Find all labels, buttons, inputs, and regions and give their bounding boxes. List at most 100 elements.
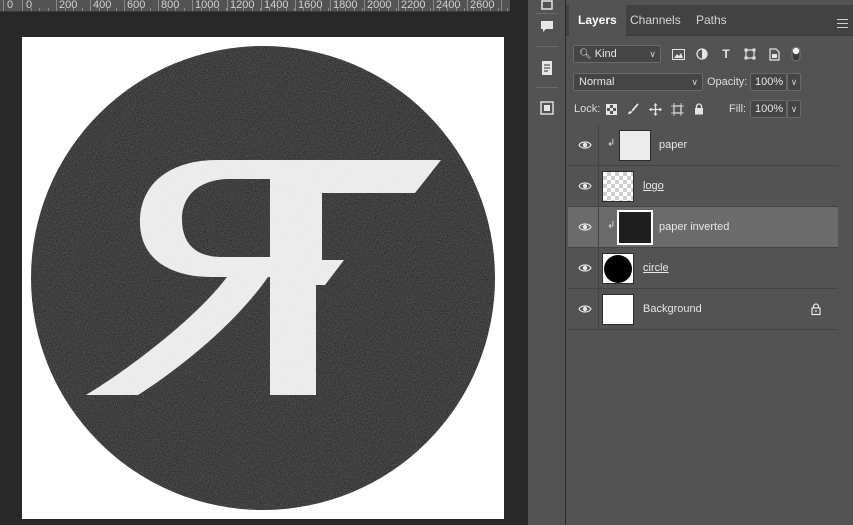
- ruler-minor-tick: [439, 8, 440, 11]
- layer-row-logo[interactable]: logo: [568, 166, 838, 207]
- opacity-chevron-icon[interactable]: ∨: [787, 73, 801, 91]
- ruler-minor-tick: [303, 8, 304, 11]
- lock-fill-row: Lock: Fill: 100% ∨: [566, 99, 853, 126]
- layer-thumbnail[interactable]: [617, 210, 653, 245]
- layer-name[interactable]: circle: [643, 261, 669, 275]
- fill-field[interactable]: 100%: [750, 100, 787, 118]
- visibility-eye-icon[interactable]: [578, 139, 592, 151]
- pixel-filter-icon[interactable]: [668, 46, 688, 62]
- visibility-eye-icon[interactable]: [578, 262, 592, 274]
- comments-icon[interactable]: [535, 15, 559, 37]
- ruler-minor-tick: [362, 8, 363, 11]
- ruler-minor-tick: [48, 8, 49, 11]
- lock-transparent-pixels-icon[interactable]: [603, 101, 619, 117]
- ruler-minor-tick: [209, 8, 210, 11]
- lock-artboard-icon[interactable]: [669, 101, 685, 117]
- lock-position-move-icon[interactable]: [647, 101, 663, 117]
- horizontal-ruler[interactable]: 0 0 200 400 600 800 1000 1200 1400 1600 …: [0, 0, 510, 12]
- ruler-minor-tick: [447, 8, 448, 11]
- ruler-minor-tick: [158, 8, 159, 11]
- filter-toggle-icon[interactable]: [786, 46, 806, 62]
- ruler-minor-tick: [252, 8, 253, 11]
- ruler-minor-tick: [39, 8, 40, 11]
- ruler-minor-tick: [413, 8, 414, 11]
- ruler-minor-tick: [430, 8, 431, 11]
- ruler-minor-tick: [422, 8, 423, 11]
- chevron-down-icon: ∨: [691, 77, 698, 87]
- visibility-eye-icon[interactable]: [578, 180, 592, 192]
- clipping-mask-arrow-icon: ↲: [607, 220, 616, 231]
- ruler-label: 200: [59, 0, 78, 11]
- ruler-minor-tick: [226, 8, 227, 11]
- fill-label: Fill:: [729, 103, 747, 115]
- ruler-minor-tick: [388, 8, 389, 11]
- shape-filter-icon[interactable]: [740, 46, 760, 62]
- layer-thumbnail[interactable]: [602, 294, 634, 325]
- layer-name[interactable]: Background: [643, 302, 702, 316]
- panel-menu-icon[interactable]: [837, 19, 848, 28]
- layers-list: ↲ paper logo ↲ paper inverted circle Bac…: [568, 125, 838, 335]
- document-canvas[interactable]: [22, 37, 504, 519]
- row-divider: [598, 125, 599, 166]
- ruler-label: 1000: [195, 0, 220, 11]
- ruler-minor-tick: [22, 8, 23, 11]
- strip-divider: [536, 87, 558, 88]
- ruler-minor-tick: [277, 8, 278, 11]
- ruler-major-tick: [3, 0, 4, 11]
- layer-thumbnail[interactable]: [602, 171, 634, 202]
- ruler-minor-tick: [320, 8, 321, 11]
- tab-paths[interactable]: Paths: [687, 5, 736, 36]
- ruler-minor-tick: [337, 8, 338, 11]
- panel-icon-strip: [527, 0, 565, 525]
- lock-label: Lock:: [574, 103, 601, 115]
- visibility-eye-icon[interactable]: [578, 221, 592, 233]
- fill-chevron-icon[interactable]: ∨: [787, 100, 801, 118]
- ruler-minor-tick: [507, 8, 508, 11]
- ruler-minor-tick: [269, 8, 270, 11]
- ruler-major-tick: [501, 0, 502, 11]
- smart-object-filter-icon[interactable]: [764, 46, 784, 62]
- layer-row-circle[interactable]: circle: [568, 248, 838, 289]
- type-filter-icon[interactable]: T: [716, 46, 736, 62]
- opacity-field[interactable]: 100%: [750, 73, 787, 91]
- tab-channels[interactable]: Channels: [621, 5, 690, 36]
- row-divider: [598, 289, 599, 330]
- layer-lock-icon[interactable]: [809, 302, 823, 316]
- layer-thumbnail[interactable]: [619, 130, 651, 161]
- layer-name[interactable]: paper inverted: [659, 220, 729, 234]
- layer-name[interactable]: logo: [643, 179, 664, 193]
- ruler-minor-tick: [473, 8, 474, 11]
- ruler-minor-tick: [371, 8, 372, 11]
- lock-image-pixels-brush-icon[interactable]: [625, 101, 641, 117]
- ruler-major-tick: [433, 0, 434, 11]
- ruler-minor-tick: [167, 8, 168, 11]
- strip-divider: [536, 46, 558, 47]
- layers-panel: Layers Channels Paths 🔍︎ Kind ∨ T Normal…: [565, 0, 853, 525]
- ruler-minor-tick: [82, 8, 83, 11]
- ruler-minor-tick: [116, 8, 117, 11]
- ruler-minor-tick: [498, 8, 499, 11]
- ruler-major-tick: [227, 0, 228, 11]
- visibility-eye-icon[interactable]: [578, 303, 592, 315]
- ruler-minor-tick: [141, 8, 142, 11]
- ruler-minor-tick: [354, 8, 355, 11]
- ruler-minor-tick: [481, 8, 482, 11]
- properties-icon[interactable]: [535, 57, 559, 79]
- ruler-minor-tick: [396, 8, 397, 11]
- filter-kind-select[interactable]: 🔍︎ Kind ∨: [573, 45, 661, 63]
- canvas-workspace[interactable]: 0 0 200 400 600 800 1000 1200 1400 1600 …: [0, 0, 510, 525]
- layer-thumbnail[interactable]: [602, 253, 634, 284]
- tab-layers[interactable]: Layers: [569, 5, 626, 36]
- ruler-minor-tick: [192, 8, 193, 11]
- lock-all-icon[interactable]: [691, 101, 707, 117]
- ruler-minor-tick: [184, 8, 185, 11]
- layer-name[interactable]: paper: [659, 138, 687, 152]
- ruler-label: 600: [127, 0, 146, 11]
- ruler-minor-tick: [107, 8, 108, 11]
- libraries-icon[interactable]: [535, 97, 559, 119]
- layer-row-background[interactable]: Background: [568, 289, 838, 330]
- layer-row-paper-inverted[interactable]: ↲ paper inverted: [568, 207, 838, 248]
- layer-row-paper[interactable]: ↲ paper: [568, 125, 838, 166]
- blend-mode-select[interactable]: Normal ∨: [573, 73, 703, 91]
- adjustment-filter-icon[interactable]: [692, 46, 712, 62]
